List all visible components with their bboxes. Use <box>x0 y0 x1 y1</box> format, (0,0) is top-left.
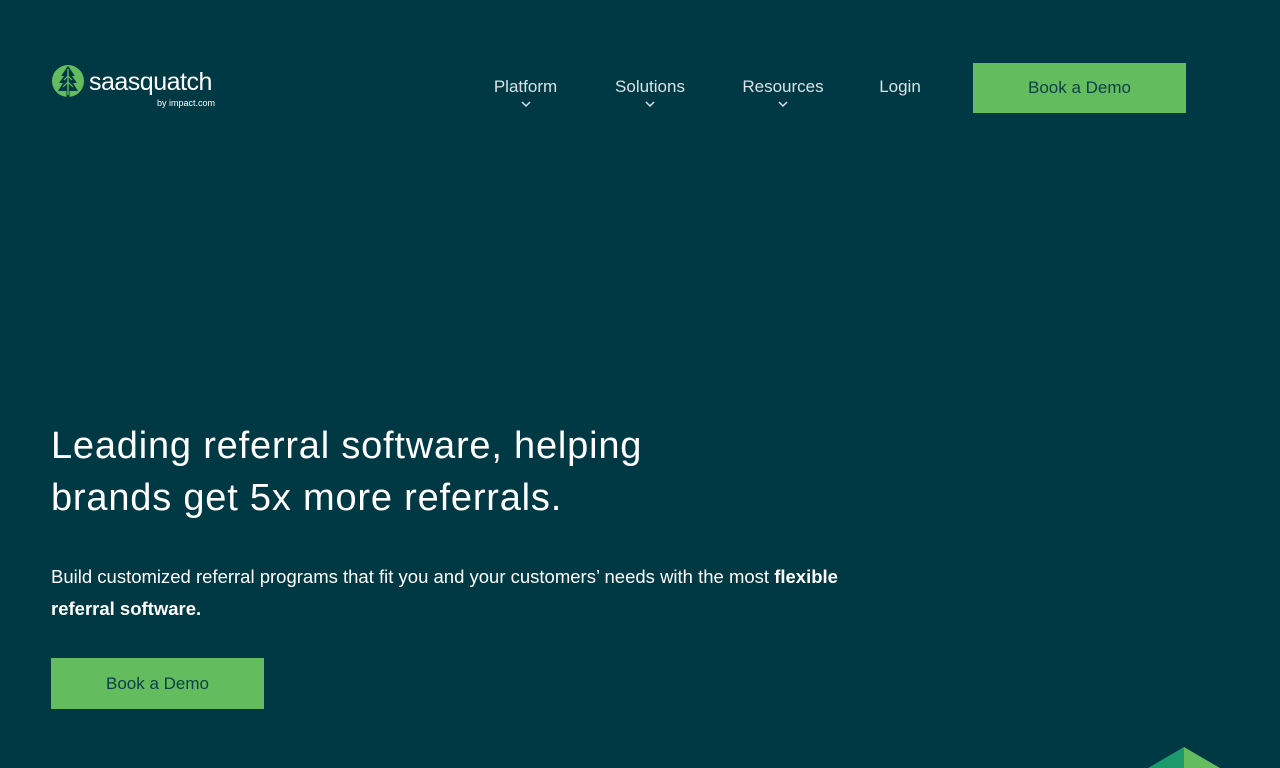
book-demo-button-header[interactable]: Book a Demo <box>973 63 1186 113</box>
nav-item-platform[interactable]: Platform <box>487 76 564 116</box>
nav-item-label: Solutions <box>615 77 685 96</box>
chevron-down-icon <box>778 101 788 108</box>
page: saasquatch by impact.com Platform Soluti… <box>0 0 1280 768</box>
hero-title-line2: brands get 5x more referrals. <box>51 477 563 519</box>
logo-byline: by impact.com <box>157 98 216 108</box>
book-demo-button-hero[interactable]: Book a Demo <box>51 658 264 709</box>
nav-item-label: Login <box>879 77 921 96</box>
hero-title-line1: Leading referral software, helping <box>51 425 643 467</box>
chevron-down-icon <box>520 101 531 108</box>
nav-item-login[interactable]: Login <box>874 76 926 116</box>
tree-shape-icon <box>1148 747 1220 768</box>
nav-item-resources[interactable]: Resources <box>736 76 830 116</box>
nav-item-label: Platform <box>493 77 558 96</box>
hero-subtitle: Build customized referral programs that … <box>51 561 841 625</box>
logo-wordmark: saasquatch <box>89 68 212 96</box>
nav-item-solutions[interactable]: Solutions <box>608 76 692 116</box>
nav-item-label: Resources <box>742 77 824 96</box>
hero-title: Leading referral software, helping brand… <box>51 420 831 524</box>
saasquatch-logo[interactable]: saasquatch by impact.com <box>51 62 227 112</box>
tree-logo-icon <box>52 65 84 98</box>
chevron-down-icon <box>645 101 655 108</box>
hero-subtitle-text: Build customized referral programs that … <box>51 566 775 587</box>
